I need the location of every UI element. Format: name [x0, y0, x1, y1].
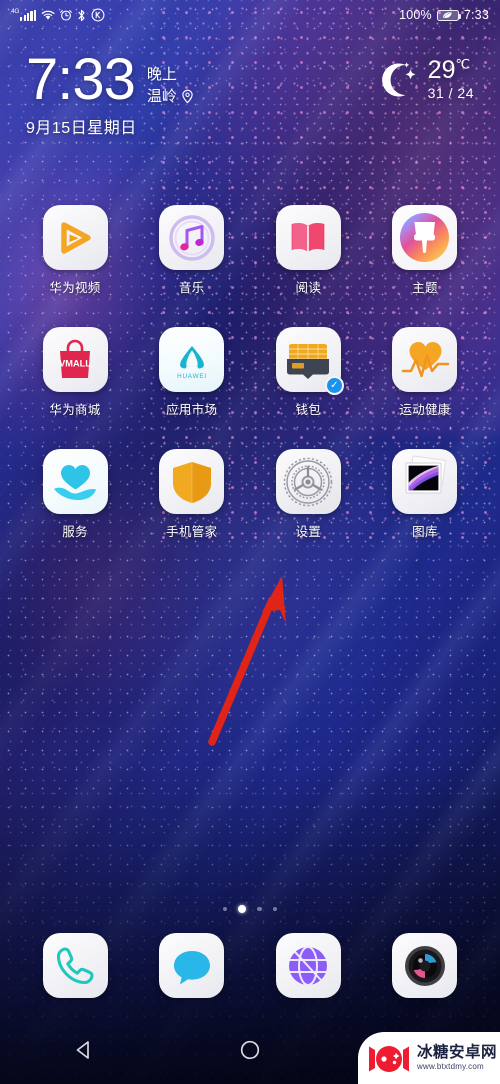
clock-time[interactable]: 7:33	[26, 50, 136, 108]
app-label: 主题	[412, 281, 438, 295]
back-button[interactable]	[55, 1027, 111, 1073]
location-pin-icon	[182, 89, 193, 104]
app-reading[interactable]: 阅读	[272, 205, 344, 296]
site-watermark: 冰糖安卓网 www.btxtdmy.com	[358, 1032, 500, 1084]
network-type-label: 4G	[11, 8, 20, 16]
clock-city-label: 温岭	[146, 87, 177, 105]
back-triangle-icon	[76, 1041, 90, 1059]
app-huawei-store[interactable]: VMALL 华为商城	[39, 327, 111, 418]
app-gallery[interactable]: 图库	[389, 449, 461, 540]
health-heart-icon	[392, 327, 458, 392]
alarm-clock-icon	[60, 10, 72, 21]
app-phone-manager[interactable]: 手机管家	[156, 449, 228, 540]
app-grid: 华为视频 音乐 阅读 主题 VMALL 华为商城 HUAWEI 应用市场 ✓ 钱…	[0, 205, 500, 571]
clock-meta: 晚上 温岭	[147, 64, 194, 108]
page-indicator[interactable]	[0, 905, 500, 913]
app-settings[interactable]: 设置	[272, 449, 344, 540]
huawei-video-icon	[42, 205, 108, 270]
clock-period-label: 晚上	[146, 66, 177, 83]
clock-weather-widget[interactable]: 7:33 晚上 温岭 29℃ 31 / 24 9月15日星期日	[0, 50, 500, 138]
app-music[interactable]: 音乐	[156, 205, 228, 296]
circled-k-icon	[91, 8, 105, 22]
weather-widget[interactable]: 29℃ 31 / 24	[375, 56, 474, 102]
widget-top-row: 7:33 晚上 温岭 29℃ 31 / 24	[0, 50, 500, 108]
app-services[interactable]: 服务	[39, 449, 111, 540]
app-label: 华为视频	[49, 281, 101, 295]
settings-gear-icon	[275, 449, 341, 514]
app-grid-row: 华为视频 音乐 阅读 主题	[0, 205, 500, 296]
weather-temp-value: 29	[427, 56, 456, 85]
app-label: 应用市场	[166, 403, 218, 417]
svg-text:HUAWEI: HUAWEI	[177, 373, 207, 380]
svg-text:VMALL: VMALL	[59, 358, 91, 368]
page-dot-active[interactable]	[238, 905, 247, 913]
weather-temp-unit: ℃	[455, 57, 471, 73]
home-circle-icon	[240, 1040, 260, 1060]
status-bar: 4G 100% 7:33	[0, 0, 500, 30]
phone-handset-icon	[42, 933, 108, 998]
weather-temp-range: 31 / 24	[427, 84, 474, 101]
dock-item-messages[interactable]	[156, 933, 228, 998]
watermark-text: 冰糖安卓网 www.btxtdmy.com	[417, 1045, 497, 1071]
services-hand-heart-icon	[42, 449, 108, 514]
status-bar-time: 7:33	[463, 8, 489, 22]
battery-percent-label: 100%	[399, 8, 432, 22]
watermark-site-name: 冰糖安卓网	[417, 1044, 498, 1061]
candy-gamepad-logo-icon	[369, 1046, 409, 1072]
app-label: 图库	[412, 525, 438, 539]
wifi-icon	[41, 10, 55, 20]
home-button[interactable]	[222, 1027, 278, 1073]
app-label: 阅读	[295, 281, 322, 295]
appgallery-icon: HUAWEI	[159, 327, 225, 392]
vmall-store-icon: VMALL	[42, 327, 108, 392]
dock	[0, 933, 500, 998]
battery-eco-icon	[436, 9, 462, 21]
status-badge: ✓	[324, 376, 344, 395]
weather-readings: 29℃ 31 / 24	[428, 57, 474, 100]
signal-bars-icon: 4G	[11, 9, 36, 21]
gallery-photo-icon	[392, 449, 458, 514]
app-huawei-video[interactable]: 华为视频	[39, 205, 111, 296]
bluetooth-icon	[78, 9, 85, 21]
music-icon	[159, 205, 225, 270]
page-dot[interactable]	[222, 906, 228, 912]
page-dot[interactable]	[272, 906, 278, 912]
app-label: 运动健康	[399, 403, 451, 417]
app-label: 华为商城	[49, 403, 101, 417]
clock-city-row[interactable]: 温岭	[147, 86, 194, 108]
message-bubble-icon	[159, 933, 225, 998]
dock-item-phone[interactable]	[39, 933, 111, 998]
app-grid-row: 服务 手机管家 设置 图库	[0, 449, 500, 540]
app-wallet[interactable]: ✓ 钱包	[272, 327, 344, 418]
watermark-url: www.btxtdmy.com	[417, 1062, 484, 1071]
app-label: 手机管家	[166, 525, 218, 539]
status-bar-right: 100% 7:33	[399, 8, 489, 22]
app-label: 设置	[295, 525, 322, 539]
page-dot[interactable]	[257, 906, 262, 912]
dock-item-browser[interactable]	[272, 933, 344, 998]
camera-lens-icon	[392, 933, 458, 998]
crescent-moon-icon	[381, 62, 416, 97]
app-appgallery[interactable]: HUAWEI 应用市场	[156, 327, 228, 418]
app-grid-row: VMALL 华为商城 HUAWEI 应用市场 ✓ 钱包 运动健康	[0, 327, 500, 418]
app-label: 音乐	[178, 281, 205, 295]
app-health[interactable]: 运动健康	[389, 327, 461, 418]
themes-brush-icon	[392, 205, 458, 270]
dock-item-camera[interactable]	[389, 933, 461, 998]
reading-book-icon	[275, 205, 341, 270]
app-label: 服务	[62, 525, 88, 539]
browser-globe-icon	[275, 933, 341, 998]
phone-manager-shield-icon	[159, 449, 225, 514]
weather-temperature: 29℃	[428, 57, 474, 83]
app-themes[interactable]: 主题	[389, 205, 461, 296]
app-label: 钱包	[295, 403, 322, 417]
widget-date-label[interactable]: 9月15日星期日	[0, 108, 500, 138]
status-bar-left: 4G	[11, 8, 105, 22]
